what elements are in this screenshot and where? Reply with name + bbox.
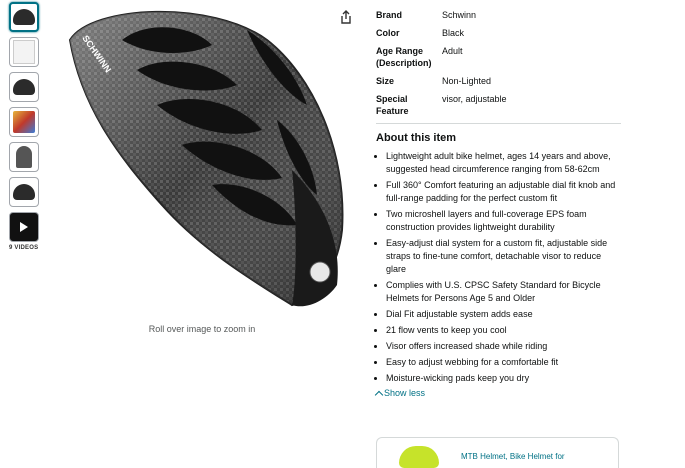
- feature-bullet: 21 flow vents to keep you cool: [386, 324, 621, 337]
- document-thumbnail-image: [13, 40, 35, 64]
- thumbnail-rider[interactable]: [9, 142, 39, 172]
- thumbnail-helmet-front[interactable]: [9, 177, 39, 207]
- thumbnail-helmet-main[interactable]: [9, 2, 39, 32]
- product-details-panel: Brand Schwinn Color Black Age Range (Descrip…: [374, 9, 621, 399]
- show-less-link[interactable]: Show less: [374, 388, 621, 399]
- feature-bullet: Visor offers increased shade while ridin…: [386, 340, 621, 353]
- thumbnail-lifestyle[interactable]: [9, 107, 39, 137]
- spec-key: Brand: [376, 10, 403, 20]
- sponsored-product-title[interactable]: MTB Helmet, Bike Helmet for: [461, 452, 565, 461]
- product-main-image[interactable]: SCHWINN: [52, 0, 352, 322]
- spec-key: Size: [376, 76, 395, 86]
- spec-value: Schwinn: [442, 10, 477, 20]
- play-icon: [20, 222, 28, 232]
- thumbnail-videos[interactable]: [9, 212, 39, 242]
- spec-key: Special Feature: [376, 94, 409, 116]
- spec-value: Non-Lighted: [442, 76, 492, 86]
- feature-bullet: Dial Fit adjustable system adds ease: [386, 308, 621, 321]
- videos-count-label: 9 VIDEOS: [9, 245, 39, 251]
- spec-row: Special Feature visor, adjustable: [376, 93, 621, 117]
- feature-bullet: Lightweight adult bike helmet, ages 14 y…: [386, 150, 621, 176]
- sponsored-product-card[interactable]: MTB Helmet, Bike Helmet for: [376, 437, 619, 468]
- thumbnail-document[interactable]: [9, 37, 39, 67]
- feature-bullet: Easy-adjust dial system for a custom fit…: [386, 237, 621, 276]
- lifestyle-thumbnail-image: [13, 111, 35, 133]
- chevron-up-icon: [374, 390, 384, 399]
- spec-value: visor, adjustable: [442, 94, 507, 104]
- spec-row: Size Non-Lighted: [376, 75, 621, 87]
- spec-row: Age Range (Description) Adult: [376, 45, 621, 69]
- feature-bullet: Two microshell layers and full-coverage …: [386, 208, 621, 234]
- spec-key: Age Range (Description): [376, 46, 432, 68]
- show-less-label: Show less: [384, 388, 426, 398]
- feature-bullet: Full 360° Comfort featuring an adjustabl…: [386, 179, 621, 205]
- feature-bullet: Easy to adjust webbing for a comfortable…: [386, 356, 621, 369]
- feature-bullet: Moisture-wicking pads keep you dry: [386, 372, 621, 385]
- zoom-hint: Roll over image to zoom in: [148, 324, 256, 334]
- thumbnail-helmet-side[interactable]: [9, 72, 39, 102]
- rider-thumbnail-image: [16, 146, 32, 168]
- thumbnail-list: 9 VIDEOS: [9, 2, 39, 251]
- helmet-thumbnail-image: [13, 9, 35, 25]
- spec-value: Black: [442, 28, 465, 38]
- feature-bullet: Complies with U.S. CPSC Safety Standard …: [386, 279, 621, 305]
- divider: [376, 123, 621, 124]
- feature-bullets: Lightweight adult bike helmet, ages 14 y…: [376, 150, 621, 385]
- spec-value: Adult: [442, 46, 463, 56]
- dial-fit-knob: [309, 261, 331, 283]
- product-specs-table: Brand Schwinn Color Black Age Range (Descrip…: [376, 9, 621, 117]
- helmet-thumbnail-image: [13, 79, 35, 95]
- helmet-thumbnail-image: [13, 184, 35, 200]
- helmet-thumbnail-image: [399, 446, 439, 468]
- about-title: About this item: [376, 132, 457, 144]
- spec-row: Color Black: [376, 27, 621, 39]
- share-icon[interactable]: [338, 9, 354, 25]
- spec-row: Brand Schwinn: [376, 9, 621, 21]
- spec-key: Color: [376, 28, 400, 38]
